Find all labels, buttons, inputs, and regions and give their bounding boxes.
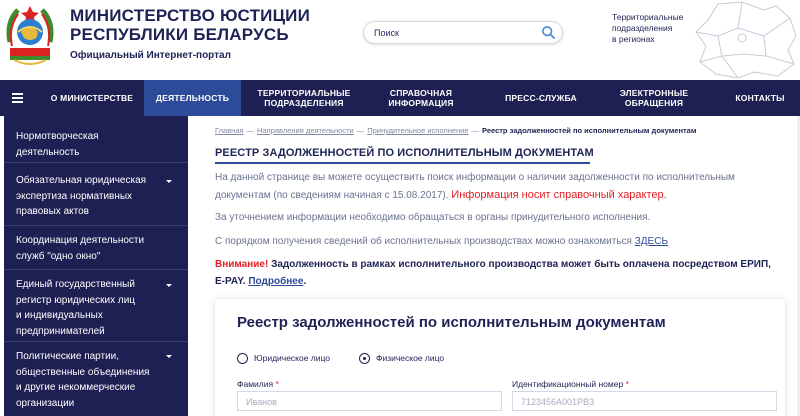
search-form-card: Реестр задолженностей по исполнительным …	[215, 299, 785, 416]
chevron-down-icon[interactable]	[166, 284, 172, 287]
site-title-line2: РЕСПУБЛИКИ БЕЛАРУСЬ	[70, 25, 289, 44]
nav-item-press[interactable]: ПРЕСС-СЛУЖБА	[494, 80, 588, 116]
sidebar-item-label: регистр юридических лиц	[16, 294, 136, 306]
id-number-field[interactable]	[512, 391, 777, 411]
nav-item-label: ПРЕСС-СЛУЖБА	[505, 93, 577, 103]
sidebar-item-label: общественные объединения	[16, 366, 150, 378]
nav-item-label: ПОДРАЗДЕЛЕНИЯ	[264, 98, 344, 108]
chevron-down-icon[interactable]	[166, 355, 172, 358]
intro-text: На данной странице вы можете осуществить…	[215, 172, 735, 183]
procedure-paragraph: С порядком получения сведений об исполни…	[215, 234, 785, 251]
nav-item-label: КОНТАКТЫ	[735, 93, 785, 103]
sidebar-item-label: Нормотворческая	[16, 131, 99, 142]
breadcrumb: Главная — Направления деятельности — Принуди…	[215, 126, 696, 135]
sidebar-item-label: и индивидуальных	[16, 310, 103, 321]
surname-field[interactable]	[237, 391, 502, 411]
breadcrumb-current: Реестр задолженностей по исполнительным …	[482, 126, 697, 135]
required-mark: *	[625, 379, 629, 389]
sidebar-item-label: экспертиза нормативных	[16, 190, 133, 202]
sidebar-item-label: и другие некоммерческие	[16, 382, 136, 393]
hamburger-menu-icon[interactable]	[0, 80, 34, 116]
warning-text: E-PAY.	[215, 275, 246, 287]
nav-item-label: ДЕЯТЕЛЬНОСТЬ	[155, 93, 230, 103]
sidebar-item-label: Координация деятельности	[16, 235, 145, 246]
radio-legal-entity[interactable]: Юридическое лицо	[237, 351, 330, 365]
nav-item-label: СПРАВОЧНАЯ	[389, 88, 453, 98]
nav-item-label: О МИНИСТЕРСТВЕ	[50, 93, 134, 103]
sidebar-item-state-register[interactable]: Единый государственный регистр юридическ…	[0, 270, 188, 342]
id-number-label: Идентификационный номер *	[512, 379, 629, 389]
sidebar-item-label: организации	[16, 397, 75, 409]
main-content: Главная — Направления деятельности — Принуди…	[188, 116, 800, 416]
nav-item-label: ИНФОРМАЦИЯ	[388, 98, 454, 108]
search-icon[interactable]	[541, 25, 556, 40]
site-subtitle: Официальный Интернет-портал	[70, 50, 231, 61]
nav-item-reference[interactable]: СПРАВОЧНАЯ ИНФОРМАЦИЯ	[374, 80, 468, 116]
nav-item-contacts[interactable]: КОНТАКТЫ	[722, 80, 798, 116]
nav-item-label: ТЕРРИТОРИАЛЬНЫЕ	[257, 88, 351, 98]
radio-button[interactable]	[237, 352, 248, 364]
title-underline	[215, 162, 590, 164]
nav-item-label: ОБРАЩЕНИЯ	[624, 98, 684, 108]
warning-end: .	[303, 275, 307, 287]
main-nav: О МИНИСТЕРСТВЕ ДЕЯТЕЛЬНОСТЬ ТЕРРИТОРИАЛЬ…	[0, 80, 800, 116]
chevron-down-icon[interactable]	[166, 180, 172, 183]
sidebar-edge	[0, 116, 4, 416]
intro-paragraph: На данной странице вы можете осуществить…	[215, 170, 785, 204]
id-number-label-text: Идентификационный номер	[512, 379, 624, 389]
site-header: МИНИСТЕРСТВО ЮСТИЦИИ РЕСПУБЛИКИ БЕЛАРУСЬ…	[0, 0, 800, 80]
sidebar-item-label: Политические партии,	[16, 351, 120, 362]
nav-item-about[interactable]: О МИНИСТЕРСТВЕ	[40, 80, 144, 116]
form-title: Реестр задолженностей по исполнительным …	[237, 314, 666, 331]
warning-label: Внимание!	[215, 259, 269, 270]
clarify-paragraph: За уточнением информации необходимо обра…	[215, 212, 651, 223]
id-number-input[interactable]	[513, 393, 776, 411]
sidebar-item-label: деятельность	[16, 146, 80, 158]
procedure-text: С порядком получения сведений об исполни…	[215, 236, 632, 247]
nav-item-e-appeals[interactable]: ЭЛЕКТРОННЫЕ ОБРАЩЕНИЯ	[604, 80, 704, 116]
more-link[interactable]: Подробнее	[248, 276, 303, 287]
nav-item-activity[interactable]: ДЕЯТЕЛЬНОСТЬ	[144, 80, 241, 116]
breadcrumb-separator: —	[471, 126, 480, 135]
sidebar-item-label: Обязательная юридическая	[16, 175, 147, 186]
sidebar: Нормотворческая деятельность Обязательна…	[0, 116, 188, 416]
state-emblem-icon[interactable]	[4, 2, 56, 66]
sidebar-item-legal-expertise[interactable]: Обязательная юридическая экспертиза норм…	[0, 163, 188, 226]
sidebar-item-label: служб "одно окно"	[16, 250, 101, 262]
search-box[interactable]	[363, 21, 563, 44]
nav-item-territorial[interactable]: ТЕРРИТОРИАЛЬНЫЕ ПОДРАЗДЕЛЕНИЯ	[246, 80, 362, 116]
sidebar-item-label: Единый государственный	[16, 279, 135, 290]
surname-input[interactable]	[238, 393, 501, 411]
radio-label: Юридическое лицо	[254, 353, 331, 363]
surname-label-text: Фамилия	[237, 379, 274, 389]
radio-individual[interactable]: Физическое лицо	[359, 351, 444, 365]
sidebar-item-political-parties[interactable]: Политические партии, общественные объеди…	[0, 342, 188, 416]
breadcrumb-separator: —	[356, 126, 365, 135]
required-mark: *	[275, 379, 279, 389]
page-title: РЕЕСТР ЗАДОЛЖЕННОСТЕЙ ПО ИСПОЛНИТЕЛЬНЫМ …	[215, 147, 594, 159]
radio-label: Физическое лицо	[376, 353, 445, 363]
breadcrumb-directions-link[interactable]: Направления деятельности	[257, 126, 354, 135]
regions-map-icon[interactable]	[672, 0, 800, 80]
reference-notice: Информация носит справочный характер.	[451, 188, 667, 201]
sidebar-item-one-window[interactable]: Координация деятельности служб "одно окн…	[0, 226, 188, 270]
sidebar-item-rulemaking[interactable]: Нормотворческая деятельность	[0, 116, 188, 163]
intro-text: документам (по сведениям начиная с 15.08…	[215, 189, 449, 201]
search-input[interactable]	[374, 25, 534, 41]
sidebar-item-label: предпринимателей	[16, 325, 105, 337]
site-title[interactable]: МИНИСТЕРСТВО ЮСТИЦИИ РЕСПУБЛИКИ БЕЛАРУСЬ	[70, 6, 310, 44]
surname-label: Фамилия *	[237, 379, 279, 389]
breadcrumb-home-link[interactable]: Главная	[215, 126, 244, 135]
sidebar-item-label: правовых актов	[16, 206, 89, 217]
site-title-line1: МИНИСТЕРСТВО ЮСТИЦИИ	[70, 6, 311, 25]
breadcrumb-enforcement-link[interactable]: Принудительное исполнение	[367, 126, 468, 135]
here-link[interactable]: ЗДЕСЬ	[635, 236, 668, 247]
warning-paragraph: Внимание! Задолженность в рамках исполни…	[215, 257, 785, 290]
radio-button-checked[interactable]	[359, 352, 370, 364]
warning-text: Задолженность в рамках исполнительного п…	[271, 259, 771, 270]
breadcrumb-separator: —	[246, 126, 255, 135]
nav-item-label: ЭЛЕКТРОННЫЕ	[619, 88, 689, 98]
